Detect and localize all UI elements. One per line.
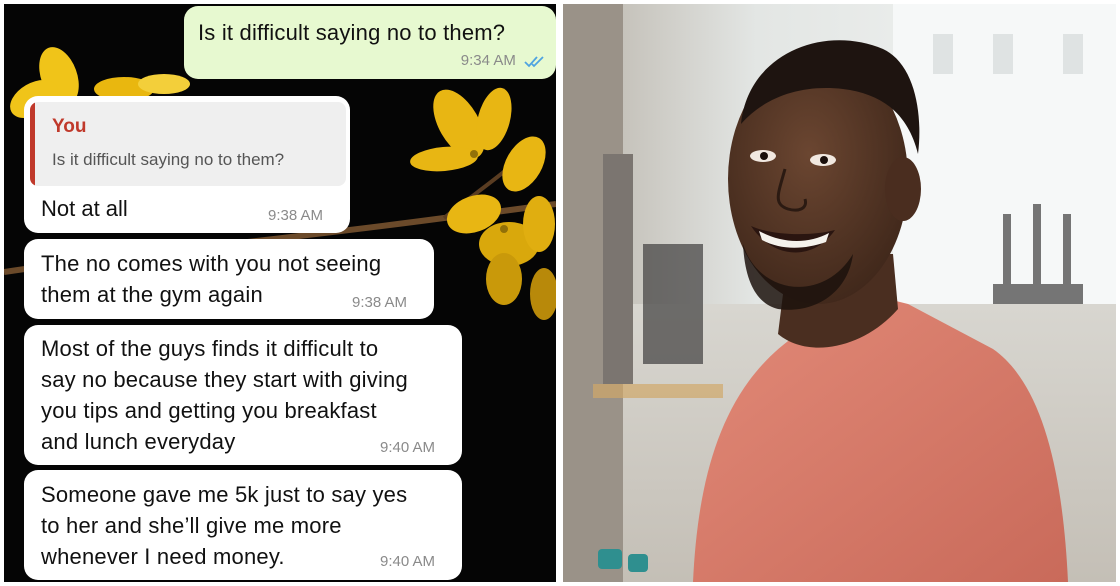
message-line: to her and she’ll give me more — [41, 513, 342, 538]
message-line: Someone gave me 5k just to say yes — [41, 482, 408, 507]
quoted-sender: You — [52, 116, 87, 137]
message-line: The no comes with you not seeing — [41, 251, 382, 276]
reply-accent-bar — [30, 102, 35, 186]
incoming-message-bubble[interactable]: Someone gave me 5k just to say yes to he… — [24, 470, 462, 580]
incoming-message-bubble[interactable]: Most of the guys finds it difficult to s… — [24, 325, 462, 465]
message-time: 9:34 AM — [461, 52, 546, 69]
message-line: you tips and getting you breakfast — [41, 398, 377, 423]
message-line: say no because they start with giving — [41, 367, 408, 392]
message-text: Not at all — [41, 196, 128, 221]
quoted-text: Is it difficult saying no to them? — [52, 150, 285, 169]
timestamp: 9:40 AM — [380, 553, 436, 570]
smiling-man-at-gym-image — [563, 4, 1116, 582]
message-line: whenever I need money. — [41, 544, 285, 569]
incoming-message-bubble[interactable]: The no comes with you not seeing them at… — [24, 239, 434, 319]
timestamp: 9:34 AM — [460, 52, 516, 69]
outgoing-message-bubble[interactable]: Is it difficult saying no to them? 9:34 … — [184, 6, 556, 79]
message-text: Someone gave me 5k just to say yes to he… — [41, 479, 407, 572]
quoted-reply[interactable]: You Is it difficult saying no to them? — [30, 102, 346, 186]
double-check-icon — [524, 55, 544, 67]
timestamp: 9:38 AM — [352, 294, 408, 311]
message-line: them at the gym again — [41, 282, 263, 307]
message-text: Most of the guys finds it difficult to s… — [41, 333, 408, 457]
timestamp: 9:40 AM — [380, 439, 436, 456]
message-text: Is it difficult saying no to them? — [198, 20, 506, 45]
timestamp: 9:38 AM — [268, 207, 324, 224]
message-line: and lunch everyday — [41, 429, 236, 454]
message-line: Most of the guys finds it difficult to — [41, 336, 379, 361]
chat-screenshot: Is it difficult saying no to them? 9:34 … — [4, 4, 556, 582]
message-text: The no comes with you not seeing them at… — [41, 248, 381, 310]
portrait-photo — [563, 4, 1116, 582]
